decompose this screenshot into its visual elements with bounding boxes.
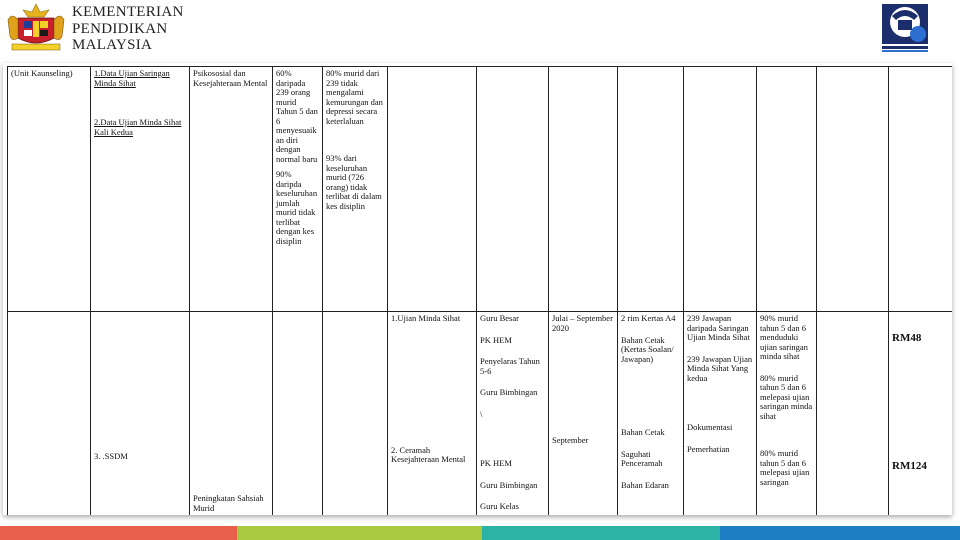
ministry-line-2: PENDIDIKAN	[72, 20, 168, 37]
activity-text: 1.Ujian Minda Sihat	[391, 313, 461, 323]
school-25-anniversary-logo-icon	[880, 2, 930, 54]
unit-label: (Unit Kaunseling)	[11, 68, 73, 78]
aspect-text: Peningkatan Sahsiah Murid	[193, 493, 264, 513]
unit-cell: (Unit Kaunseling)	[7, 66, 91, 312]
slide-header: KEMENTERIAN PENDIDIKAN MALAYSIA	[0, 0, 960, 62]
table-panel: (Unit Kaunseling) 1.Data Ujian Saringan …	[3, 63, 952, 515]
achievement-cell: 80% murid dari 239 tidak mengalami kemur…	[322, 66, 388, 312]
output-text: 239 Jawapan Ujian Minda Sihat Yang kedua	[687, 353, 753, 383]
pic-text: Guru Bimbingan	[480, 387, 538, 397]
cost-text: RM48	[892, 332, 922, 344]
output-text: Dokumentasi	[687, 422, 733, 432]
empty-cell	[476, 66, 549, 312]
achievement-text: 93% dari keseluruhan murid (726 orang) t…	[326, 153, 382, 211]
input-text: Bahan Cetak	[621, 427, 665, 437]
footer-segment-green	[237, 526, 482, 540]
activity-cell: 1.Ujian Minda Sihat 2. Ceramah Kesejahte…	[387, 311, 477, 515]
pic-text: Guru Bimbingan	[480, 479, 538, 490]
program-item: 1.Data Ujian Saringan Minda Sihat	[94, 68, 170, 88]
output-cell: 239 Jawapan daripada Saringan Ujian Mind…	[683, 311, 757, 515]
input-text: Bahan Edaran	[621, 479, 669, 490]
target-text: 60% daripada 239 orang murid Tahun 5 dan…	[276, 68, 318, 164]
date-cell: Julai – September 2020 September	[548, 311, 618, 515]
target-text: 90% daripda keseluruhan jumlah murid tid…	[276, 169, 318, 246]
empty-cell	[816, 311, 889, 515]
achievement-text: 80% murid dari 239 tidak mengalami kemur…	[326, 68, 383, 126]
outcome-cell: 90% murid tahun 5 dan 6 menduduki ujian …	[756, 311, 817, 515]
footer-segment-teal	[482, 526, 720, 540]
ministry-line-1: KEMENTERIAN	[72, 4, 184, 20]
aspect-cell: Peningkatan Sahsiah Murid	[189, 311, 273, 515]
pic-cell: Guru Besar PK HEM Penyelaras Tahun 5-6 G…	[476, 311, 549, 515]
outcome-text: 80% murid tahun 5 dan 6 melepasi ujian s…	[760, 448, 810, 487]
footer-segment-blue	[720, 526, 960, 540]
outcome-text: 90% murid tahun 5 dan 6 menduduki ujian …	[760, 313, 808, 361]
program-cell: 1.Data Ujian Saringan Minda Sihat 2.Data…	[90, 66, 190, 312]
empty-cell	[888, 66, 952, 312]
date-text: September	[552, 435, 589, 445]
empty-cell	[387, 66, 477, 312]
pic-text: \	[480, 408, 483, 419]
empty-cell	[548, 66, 618, 312]
input-text: Saguhati Penceramah	[621, 448, 663, 468]
input-cell: 2 rim Kertas A4 Bahan Cetak (Kertas Soal…	[617, 311, 684, 515]
footer-segment-coral	[0, 526, 237, 540]
footer-color-strip	[0, 526, 960, 540]
program-item: 3. .SSDM	[94, 451, 128, 461]
aspect-text: Psikososial dan Kesejahteraan Mental	[193, 68, 268, 88]
empty-cell	[322, 311, 388, 515]
program-cell: 3. .SSDM	[90, 311, 190, 515]
program-table: (Unit Kaunseling) 1.Data Ujian Saringan …	[7, 66, 952, 515]
pic-text: PK HEM	[480, 334, 512, 345]
pic-text: Penyelaras Tahun 5-6	[480, 356, 540, 376]
empty-cell	[816, 66, 889, 312]
date-text: Julai – September 2020	[552, 313, 613, 333]
aspect-cell: Psikososial dan Kesejahteraan Mental	[189, 66, 273, 312]
input-text: 2 rim Kertas A4	[621, 313, 676, 323]
output-text: Pemerhatian	[687, 443, 730, 454]
pic-text: PK HEM	[480, 458, 512, 468]
table-row: (Unit Kaunseling) 1.Data Ujian Saringan …	[7, 66, 952, 312]
cost-cell: RM48 RM124	[888, 311, 952, 515]
output-text: 239 Jawapan daripada Saringan Ujian Mind…	[687, 313, 750, 342]
outcome-text: 80% murid tahun 5 dan 6 melepasi ujian s…	[760, 372, 813, 421]
empty-cell	[7, 311, 91, 515]
empty-cell	[617, 66, 684, 312]
malaysia-coat-of-arms-icon	[7, 3, 65, 51]
program-item: 2.Data Ujian Minda Sihat Kali Kedua	[94, 117, 182, 137]
input-text: Bahan Cetak (Kertas Soalan/ Jawapan)	[621, 334, 674, 364]
cost-text: RM124	[892, 459, 927, 472]
empty-cell	[272, 311, 323, 515]
ministry-name: KEMENTERIAN PENDIDIKAN MALAYSIA	[72, 4, 184, 54]
empty-cell	[756, 66, 817, 312]
pic-text: Guru Kelas	[480, 501, 519, 511]
activity-text: 2. Ceramah Kesejahteraan Mental	[391, 444, 466, 464]
empty-cell	[683, 66, 757, 312]
target-cell: 60% daripada 239 orang murid Tahun 5 dan…	[272, 66, 323, 312]
table-row: 3. .SSDM Peningkatan Sahsiah Murid 1.Uji…	[7, 311, 952, 515]
pic-text: Guru Besar	[480, 313, 519, 323]
ministry-line-3: MALAYSIA	[72, 37, 153, 53]
